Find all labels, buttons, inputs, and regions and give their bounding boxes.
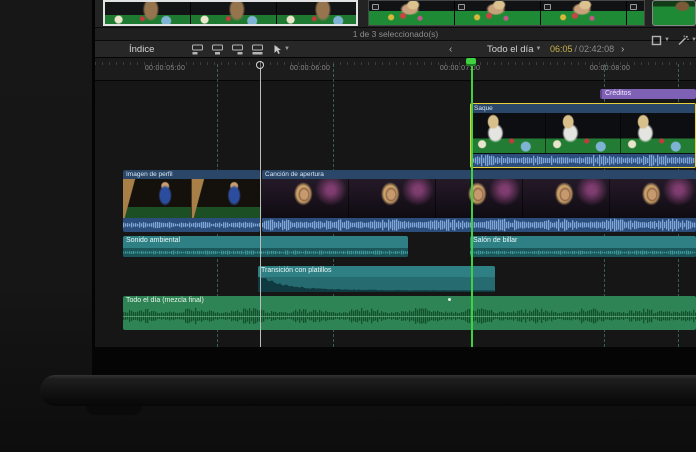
right-tools-group: ▼ ▼ [651, 33, 696, 47]
clip-audio-waveform [258, 277, 495, 292]
magic-wand-icon [677, 35, 689, 46]
crop-tool-button[interactable]: ▼ [651, 35, 670, 46]
clip-filmstrip [471, 113, 695, 153]
ruler-label: 00:00:08:00 [590, 65, 630, 72]
append-clip-icon[interactable] [231, 44, 244, 55]
clip-audio-waveform [123, 307, 696, 325]
arrow-tool-icon [273, 44, 282, 55]
clip-audio-waveform [470, 248, 696, 257]
clip-filmstrip [123, 179, 260, 218]
clip-title-bar: Saque [471, 104, 695, 113]
playhead-head[interactable] [466, 58, 476, 66]
ruler-label: 00:00:07:00 [440, 65, 480, 72]
clip-title-bar: Imagen de perfil [123, 170, 260, 179]
macbook-stage: 1 de 3 seleccionado(s) Índice ▼ [0, 0, 696, 452]
crop-tool-icon [651, 35, 662, 46]
skimmer-head[interactable] [256, 61, 264, 69]
clip-title-bar: Canción de apertura [262, 170, 696, 179]
index-button[interactable]: Índice [129, 41, 154, 57]
skimmer-line[interactable] [260, 62, 261, 347]
browser-clip[interactable] [368, 0, 645, 26]
timecode-total: 02:42:08 [579, 44, 614, 54]
browser-clip-selected[interactable] [103, 0, 358, 26]
chevron-down-icon: ▼ [284, 46, 290, 52]
timeline-clip-imagen-perfil[interactable]: Imagen de perfil [123, 170, 260, 232]
clip-audio-waveform [123, 248, 408, 257]
chevron-down-icon: ▼ [535, 46, 541, 52]
timeline-clip-mezcla-final[interactable]: Todo el día (mezcla final) [123, 296, 696, 330]
ruler-label: 00:00:06:00 [290, 65, 330, 72]
clip-filmstrip [262, 179, 696, 218]
connect-clip-icon[interactable] [191, 44, 204, 55]
overwrite-clip-icon[interactable] [251, 44, 264, 55]
screen-bezel [92, 347, 696, 375]
insert-clip-icon[interactable] [211, 44, 224, 55]
selection-status: 1 de 3 seleccionado(s) [353, 29, 439, 39]
view-selector[interactable]: Todo el día ▼ [487, 41, 541, 57]
timeline-toolbar: Índice ▼ ▼ ‹ [95, 40, 696, 58]
clip-audio-waveform [471, 154, 695, 167]
browser-filmstrip-row [95, 0, 696, 27]
timecode-elapsed: 06:05 [550, 44, 573, 54]
timeline-ruler[interactable]: 00:00:05:00 00:00:06:00 00:00:07:00 00:0… [95, 58, 696, 81]
clip-audio-waveform [262, 218, 696, 232]
timeline-clip-transicion-platillos[interactable]: Transición con platillos [258, 266, 495, 292]
prev-clip-button[interactable]: ‹ [449, 41, 452, 57]
timeline-clip-cancion-apertura[interactable]: Canción de apertura [262, 170, 696, 232]
clip-audio-waveform [123, 218, 260, 232]
chevron-down-icon: ▼ [664, 37, 670, 43]
playhead-line[interactable] [471, 58, 473, 347]
timeline-clip-saque-selected[interactable]: Saque [470, 103, 696, 168]
ruler-label: 00:00:05:00 [145, 65, 185, 72]
fcp-window: 1 de 3 seleccionado(s) Índice ▼ [95, 0, 696, 347]
timeline-area[interactable]: 00:00:05:00 00:00:06:00 00:00:07:00 00:0… [95, 58, 696, 347]
timeline-clip-sonido-ambiental[interactable]: Sonido ambiental [123, 236, 408, 257]
timeline-clip-creditos[interactable]: Créditos [600, 89, 696, 99]
browser-clip-partial[interactable] [652, 0, 696, 26]
arrow-tool-button[interactable]: ▼ [273, 41, 290, 57]
edit-tools-group: ▼ [191, 41, 279, 57]
enhance-tool-button[interactable]: ▼ [677, 35, 696, 46]
timecode-divider: / [575, 44, 578, 54]
chevron-down-icon: ▼ [691, 37, 696, 43]
timeline-clip-salon-billar[interactable]: Salón de billar [470, 236, 696, 257]
next-clip-button[interactable]: › [621, 41, 624, 57]
macbook-chassis [40, 375, 696, 406]
browser-status-bar: 1 de 3 seleccionado(s) [95, 27, 696, 41]
keyframe-marker[interactable] [448, 298, 451, 301]
macbook-foot [86, 406, 142, 415]
timecode-dashboard: 06:05 / 02:42:08 [550, 41, 614, 57]
